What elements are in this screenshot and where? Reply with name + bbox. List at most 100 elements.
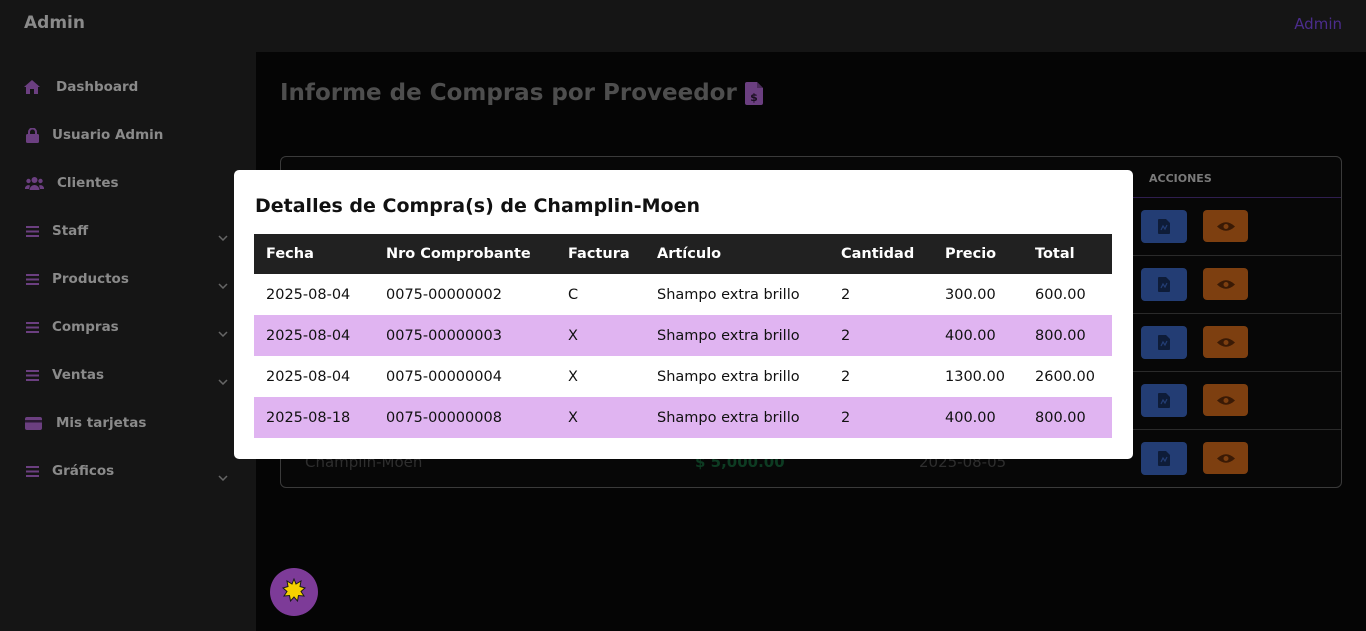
user-menu-link[interactable]: Admin <box>1294 15 1342 33</box>
voucher-number-cell: 0075-00000003 <box>374 315 556 356</box>
price-cell: 1300.00 <box>945 368 1005 385</box>
sun-icon <box>281 577 307 606</box>
table-row: 2025-08-18 0075-00000008 X Shampo extra … <box>254 397 1112 438</box>
pdf-button[interactable] <box>1141 442 1187 475</box>
column-header: Precio <box>933 234 1023 274</box>
users-icon <box>24 175 44 191</box>
sidebar-item-label: Compras <box>52 319 119 335</box>
quantity-cell: 2 <box>829 315 933 356</box>
column-header: Factura <box>556 234 645 274</box>
page-title-text: Informe de Compras por Proveedor <box>280 80 737 106</box>
column-header: Artículo <box>645 234 829 274</box>
row-divider <box>1133 313 1341 314</box>
total-cell: 800.00 <box>1023 315 1112 356</box>
sidebar-item-label: Gráficos <box>52 463 115 479</box>
sidebar-item-ventas[interactable]: Ventas <box>0 355 256 395</box>
actions-column-header: ACCIONES <box>1149 172 1212 185</box>
menu-icon <box>24 223 40 239</box>
sidebar-item-graficos[interactable]: Gráficos <box>0 451 256 491</box>
sidebar-item-label: Mis tarjetas <box>56 415 147 431</box>
chevron-down-icon <box>218 226 228 242</box>
sidebar-item-compras[interactable]: Compras <box>0 307 256 347</box>
row-divider <box>1133 429 1341 430</box>
table-row: 2025-08-04 0075-00000002 C Shampo extra … <box>254 274 1112 315</box>
price-cell: 300.00 <box>945 286 996 303</box>
lock-icon <box>24 127 40 143</box>
price-cell: 400.00 <box>933 397 1023 438</box>
table-header-row: Fecha Nro Comprobante Factura Artículo C… <box>254 234 1112 274</box>
row-divider <box>1133 371 1341 372</box>
view-button[interactable] <box>1203 210 1248 242</box>
total-cell: 2600.00 <box>1035 368 1095 385</box>
view-button[interactable] <box>1203 326 1248 358</box>
pdf-button[interactable] <box>1141 326 1187 359</box>
pdf-button[interactable] <box>1141 210 1187 243</box>
date-cell: 2025-08-04 <box>266 368 351 385</box>
sidebar-item-label: Usuario Admin <box>52 127 164 143</box>
article-cell: Shampo extra brillo <box>645 397 829 438</box>
sidebar-item-usuario-admin[interactable]: Usuario Admin <box>0 115 256 155</box>
date-cell: 2025-08-04 <box>254 315 374 356</box>
view-button[interactable] <box>1203 384 1248 416</box>
pdf-button[interactable] <box>1141 268 1187 301</box>
pdf-button[interactable] <box>1141 384 1187 417</box>
price-cell: 400.00 <box>933 315 1023 356</box>
table-row: 2025-08-04 0075-00000004 X Shampo extra … <box>254 356 1112 397</box>
sidebar-item-mis-tarjetas[interactable]: Mis tarjetas <box>0 403 256 443</box>
view-button[interactable] <box>1203 442 1248 474</box>
article-cell: Shampo extra brillo <box>657 286 800 303</box>
quantity-cell: 2 <box>829 397 933 438</box>
menu-icon <box>24 367 40 383</box>
purchase-details-table: Fecha Nro Comprobante Factura Artículo C… <box>254 234 1112 438</box>
column-header: Total <box>1023 234 1112 274</box>
chevron-down-icon <box>218 370 228 386</box>
date-cell: 2025-08-04 <box>266 286 351 303</box>
sidebar-item-clientes[interactable]: Clientes <box>0 163 256 203</box>
invoice-type-cell: X <box>556 315 645 356</box>
row-divider <box>1133 255 1341 256</box>
column-header: Nro Comprobante <box>374 234 556 274</box>
voucher-number-cell: 0075-00000002 <box>386 286 502 303</box>
invoice-dollar-icon: $ <box>744 81 763 105</box>
purchase-details-modal[interactable]: Detalles de Compra(s) de Champlin-Moen F… <box>234 170 1133 459</box>
modal-title: Detalles de Compra(s) de Champlin-Moen <box>255 195 700 217</box>
voucher-number-cell: 0075-00000008 <box>374 397 556 438</box>
total-cell: 600.00 <box>1035 286 1086 303</box>
sidebar-item-dashboard[interactable]: Dashboard <box>0 67 256 107</box>
invoice-type-cell: C <box>568 286 579 303</box>
sidebar: Dashboard Usuario Admin Clientes Staff P… <box>0 52 256 631</box>
view-button[interactable] <box>1203 268 1248 300</box>
menu-icon <box>24 271 40 287</box>
credit-card-icon <box>24 415 42 431</box>
sidebar-item-productos[interactable]: Productos <box>0 259 256 299</box>
sidebar-item-label: Productos <box>52 271 129 287</box>
chevron-down-icon <box>218 466 228 482</box>
invoice-type-cell: X <box>556 397 645 438</box>
chevron-down-icon <box>218 274 228 290</box>
voucher-number-cell: 0075-00000004 <box>386 368 502 385</box>
table-row: 2025-08-04 0075-00000003 X Shampo extra … <box>254 315 1112 356</box>
quantity-cell: 2 <box>841 368 851 385</box>
sidebar-item-label: Ventas <box>52 367 105 383</box>
theme-toggle-button[interactable] <box>270 568 318 616</box>
sidebar-item-label: Clientes <box>57 175 119 191</box>
quantity-cell: 2 <box>841 286 851 303</box>
date-cell: 2025-08-18 <box>254 397 374 438</box>
home-icon <box>24 79 40 95</box>
menu-icon <box>24 463 40 479</box>
article-cell: Shampo extra brillo <box>645 315 829 356</box>
column-header: Fecha <box>254 234 374 274</box>
column-header: Cantidad <box>829 234 933 274</box>
page-title: Informe de Compras por Proveedor $ <box>280 80 763 106</box>
chevron-down-icon <box>218 322 228 338</box>
invoice-type-cell: X <box>568 368 578 385</box>
top-navbar: Admin Admin <box>0 0 1366 52</box>
article-cell: Shampo extra brillo <box>657 368 800 385</box>
menu-icon <box>24 319 40 335</box>
header-divider <box>1133 197 1341 198</box>
svg-text:$: $ <box>750 91 758 104</box>
brand-logo[interactable]: Admin <box>24 13 85 33</box>
sidebar-item-label: Staff <box>52 223 89 239</box>
total-cell: 800.00 <box>1023 397 1112 438</box>
sidebar-item-staff[interactable]: Staff <box>0 211 256 251</box>
